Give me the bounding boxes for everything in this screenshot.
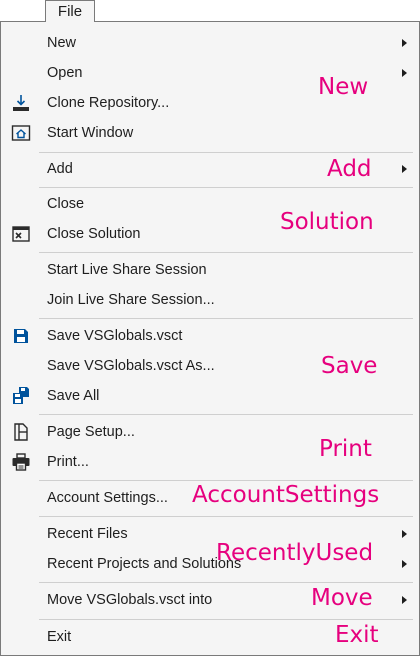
menu-item-label: Print... <box>47 454 89 470</box>
group-label-recently-used: RecentlyUsed <box>216 540 374 566</box>
menu-item-label: Account Settings... <box>47 490 168 506</box>
submenu-arrow-icon <box>402 560 407 568</box>
menu-item-label: Add <box>47 161 73 177</box>
menu-item-new[interactable]: New <box>1 28 419 58</box>
menu-item-label: Recent Projects and Solutions <box>47 556 242 572</box>
submenu-arrow-icon <box>402 530 407 538</box>
group-label-print: Print <box>319 436 372 462</box>
menu-item-label: Start Window <box>47 125 134 141</box>
menu-item-save[interactable]: Save VSGlobals.vsct <box>1 321 419 351</box>
menu-item-start-live-share[interactable]: Start Live Share Session <box>1 255 419 285</box>
menu-item-label: Move VSGlobals.vsct into <box>47 592 213 608</box>
menu-separator <box>39 187 413 188</box>
menu-separator <box>39 152 413 153</box>
menu-item-label: Close Solution <box>47 226 141 242</box>
group-label-move: Move <box>311 585 373 611</box>
menu-separator <box>39 619 413 620</box>
save-icon <box>11 326 31 346</box>
menu-item-label: Page Setup... <box>47 424 135 440</box>
submenu-arrow-icon <box>402 596 407 604</box>
page-setup-icon <box>11 422 31 442</box>
menu-item-label: Recent Files <box>47 526 128 542</box>
menu-item-label: Open <box>47 65 83 81</box>
close-solution-icon <box>11 224 31 244</box>
menu-item-join-live-share[interactable]: Join Live Share Session... <box>1 285 419 315</box>
group-label-new: New <box>318 74 369 100</box>
group-label-exit: Exit <box>335 622 379 648</box>
menu-separator <box>39 252 413 253</box>
menu-item-label: Exit <box>47 629 72 645</box>
menu-separator <box>39 582 413 583</box>
start-window-icon <box>11 123 31 143</box>
group-label-solution: Solution <box>280 209 374 235</box>
group-label-add: Add <box>327 156 372 182</box>
printer-icon <box>11 452 31 472</box>
file-menu-tab[interactable]: File <box>45 0 95 22</box>
menu-item-label: Close <box>47 196 85 212</box>
menu-item-label: Start Live Share Session <box>47 262 207 278</box>
menu-item-start-window[interactable]: Start Window <box>1 118 419 148</box>
menu-separator <box>39 516 413 517</box>
menu-item-save-all[interactable]: Save All <box>1 381 419 411</box>
save-all-icon <box>11 386 31 406</box>
menu-item-label: New <box>47 35 77 51</box>
menu-item-label: Save VSGlobals.vsct <box>47 328 183 344</box>
group-label-account-settings: AccountSettings <box>192 482 380 508</box>
submenu-arrow-icon <box>402 165 407 173</box>
group-label-save: Save <box>321 353 378 379</box>
menu-item-label: Save All <box>47 388 100 404</box>
menu-item-label: Clone Repository... <box>47 95 170 111</box>
submenu-arrow-icon <box>402 69 407 77</box>
menu-item-label: Join Live Share Session... <box>47 292 215 308</box>
file-menu-dropdown: New Open Clone Repository... Start Windo… <box>0 21 420 656</box>
clone-repository-icon <box>11 93 31 113</box>
menu-separator <box>39 318 413 319</box>
menu-item-label: Save VSGlobals.vsct As... <box>47 358 215 374</box>
menu-separator <box>39 414 413 415</box>
menu-separator <box>39 480 413 481</box>
submenu-arrow-icon <box>402 39 407 47</box>
